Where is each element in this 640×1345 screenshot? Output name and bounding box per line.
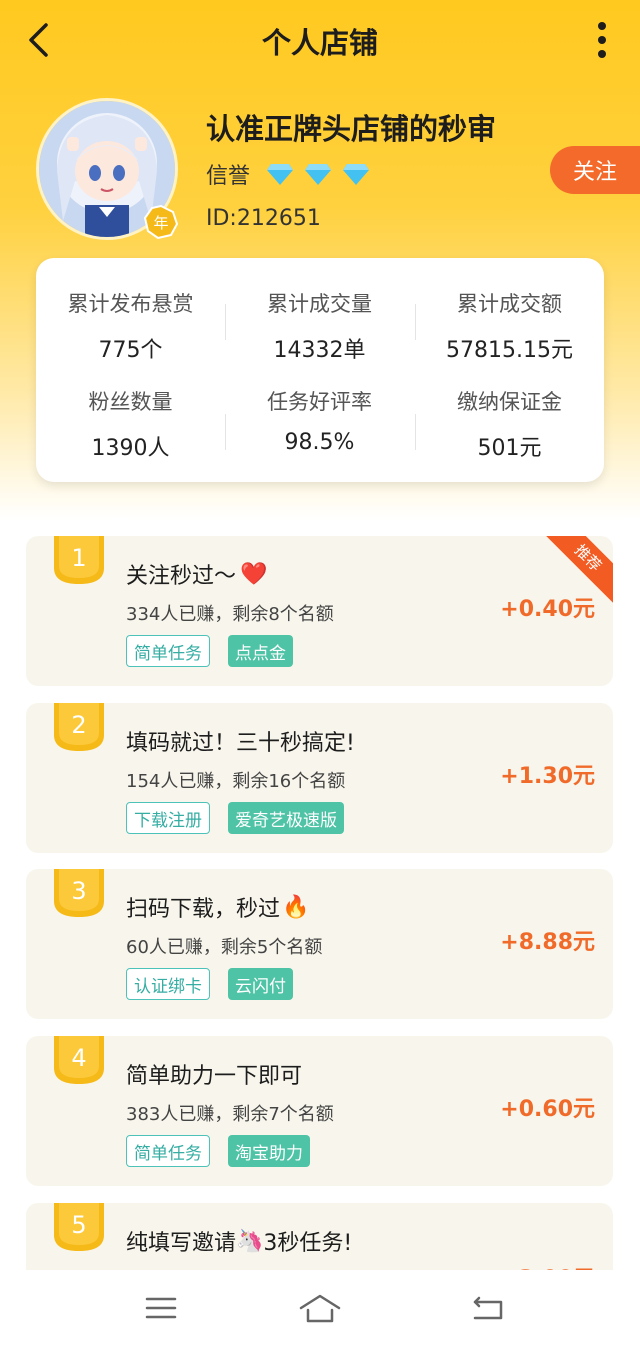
task-tag: 下载注册 <box>126 802 210 834</box>
stat-total-amount: 累计成交额 57815.15元 <box>415 288 604 364</box>
stat-value: 14332单 <box>273 338 366 363</box>
stat-label: 累计成交量 <box>267 292 372 316</box>
heart-icon: ❤️ <box>240 561 268 587</box>
stat-value: 1390人 <box>91 436 170 461</box>
unicorn-icon: 🦄 <box>236 1228 264 1254</box>
task-card[interactable]: 5 纯填写邀请🦄3秒任务! +3.00元 <box>26 1203 613 1270</box>
task-reward: +1.30元 <box>500 764 595 789</box>
return-icon <box>473 1296 503 1320</box>
diamond-icon <box>305 164 332 185</box>
follow-button[interactable]: 关注 <box>550 146 640 194</box>
task-tags: 简单任务 淘宝助力 <box>126 1135 310 1167</box>
task-progress: 334人已赚，剩余8个名额 <box>126 604 334 625</box>
stats-card: 累计发布悬赏 775个 累计成交量 14332单 累计成交额 57815.15元… <box>36 258 604 482</box>
task-tag: 点点金 <box>228 635 293 667</box>
diamond-icon <box>267 164 294 185</box>
task-progress: 383人已赚，剩余7个名额 <box>126 1104 334 1125</box>
task-reward: +0.60元 <box>500 1097 595 1122</box>
svg-text:年: 年 <box>153 214 168 232</box>
stat-label: 粉丝数量 <box>88 390 173 414</box>
task-tags: 简单任务 点点金 <box>126 635 293 667</box>
home-icon <box>299 1294 341 1323</box>
task-tags: 下载注册 爱奇艺极速版 <box>126 802 344 834</box>
task-reward: +0.40元 <box>500 597 595 622</box>
stat-label: 缴纳保证金 <box>457 390 562 414</box>
task-tag: 云闪付 <box>228 968 293 1000</box>
divider <box>225 304 226 340</box>
credit-row: 信誉 <box>206 158 370 190</box>
task-progress: 60人已赚，剩余5个名额 <box>126 937 323 958</box>
task-tag: 简单任务 <box>126 1135 210 1167</box>
page-title: 个人店铺 <box>261 26 378 60</box>
stat-value: 57815.15元 <box>446 338 573 363</box>
rank-number: 1 <box>71 544 87 572</box>
stat-followers: 粉丝数量 1390人 <box>36 386 225 462</box>
menu-button[interactable] <box>141 1290 181 1326</box>
task-title: 纯填写邀请 🦄 3秒任务! <box>126 1228 353 1257</box>
task-title: 关注秒过～ ❤️ <box>126 561 268 590</box>
more-dot-icon <box>598 50 606 58</box>
credit-label: 信誉 <box>206 164 251 189</box>
stat-value: 98.5% <box>284 430 355 455</box>
task-tag: 淘宝助力 <box>228 1135 310 1167</box>
diamond-icon <box>343 164 370 185</box>
stat-total-rewards: 累计发布悬赏 775个 <box>36 288 225 364</box>
task-title: 扫码下载，秒过 🔥 <box>126 894 310 923</box>
more-options-button[interactable] <box>592 18 612 62</box>
divider <box>415 414 416 450</box>
task-tag: 爱奇艺极速版 <box>228 802 344 834</box>
rank-number: 4 <box>71 1044 87 1072</box>
back-nav-button[interactable] <box>468 1290 508 1326</box>
task-card[interactable]: 4 简单助力一下即可 383人已赚，剩余7个名额 简单任务 淘宝助力 +0.60… <box>26 1036 613 1186</box>
task-title: 简单助力一下即可 <box>126 1064 303 1089</box>
rank-number: 2 <box>71 711 87 739</box>
rank-number: 3 <box>71 877 87 905</box>
divider <box>225 414 226 450</box>
rank-number: 5 <box>71 1211 87 1239</box>
stat-total-orders: 累计成交量 14332单 <box>225 288 414 364</box>
more-dot-icon <box>598 36 606 44</box>
stat-label: 累计成交额 <box>457 292 562 316</box>
stat-deposit: 缴纳保证金 501元 <box>415 386 604 462</box>
task-card[interactable]: 1 关注秒过～ ❤️ 334人已赚，剩余8个名额 简单任务 点点金 +0.40元 … <box>26 536 613 686</box>
fire-icon: 🔥 <box>282 894 310 920</box>
task-tag: 认证绑卡 <box>126 968 210 1000</box>
stat-value: 775个 <box>98 338 163 363</box>
task-reward: +8.88元 <box>500 930 595 955</box>
task-tags: 认证绑卡 云闪付 <box>126 968 293 1000</box>
task-tag: 简单任务 <box>126 635 210 667</box>
task-card[interactable]: 2 填码就过！三十秒搞定! 154人已赚，剩余16个名额 下载注册 爱奇艺极速版… <box>26 703 613 853</box>
divider <box>415 304 416 340</box>
home-button[interactable] <box>298 1290 342 1326</box>
more-dot-icon <box>598 22 606 30</box>
stat-value: 501元 <box>477 436 542 461</box>
task-title: 填码就过！三十秒搞定! <box>126 731 355 756</box>
task-reward: +3.00元 <box>500 1261 595 1270</box>
stat-positive-rate: 任务好评率 98.5% <box>225 386 414 455</box>
task-progress: 154人已赚，剩余16个名额 <box>126 771 346 792</box>
stat-label: 累计发布悬赏 <box>67 292 194 316</box>
shop-id: ID:212651 <box>206 206 321 231</box>
top-bar: 个人店铺 <box>0 0 640 80</box>
shop-name: 认准正牌头店铺的秒审 <box>206 112 497 146</box>
system-nav-bar <box>0 1270 640 1345</box>
menu-icon <box>145 1297 177 1319</box>
task-card[interactable]: 3 扫码下载，秒过 🔥 60人已赚，剩余5个名额 认证绑卡 云闪付 +8.88元 <box>26 869 613 1019</box>
stat-label: 任务好评率 <box>267 390 372 414</box>
year-badge-icon: 年 <box>144 205 178 239</box>
